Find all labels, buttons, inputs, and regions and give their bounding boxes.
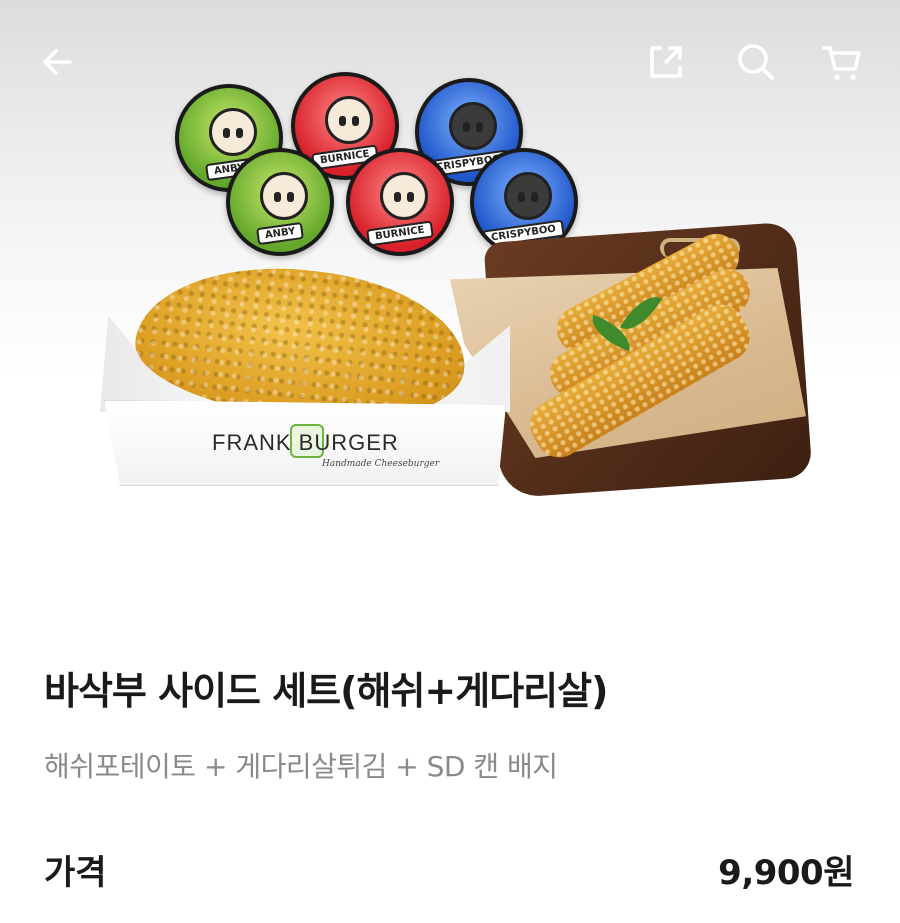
brand-text: FRANK BURGER bbox=[212, 430, 399, 455]
cart-icon bbox=[822, 46, 861, 80]
cart-button[interactable] bbox=[818, 38, 866, 86]
character-face bbox=[380, 172, 428, 220]
badge-label: ANBY bbox=[255, 221, 305, 246]
share-icon bbox=[650, 46, 682, 78]
can-badge-burnice: BURNICE bbox=[346, 148, 454, 256]
product-title: 바삭부 사이드 세트(해쉬+게다리살) bbox=[44, 669, 608, 713]
character-face bbox=[260, 172, 308, 220]
can-badge-anby: ANBY bbox=[226, 148, 334, 256]
character-face bbox=[504, 172, 552, 220]
back-button[interactable] bbox=[34, 38, 82, 86]
hashbrown-tray: FRANK BURGER Handmade Cheeseburger bbox=[100, 253, 510, 490]
share-button[interactable] bbox=[642, 38, 690, 86]
top-bar bbox=[0, 0, 900, 125]
arrow-left-icon bbox=[43, 49, 72, 75]
price-value: 9,900원 bbox=[718, 853, 854, 893]
product-description: 해쉬포테이토 + 게다리살튀김 + SD 캔 배지 bbox=[44, 750, 558, 783]
badge-label: BURNICE bbox=[366, 220, 434, 247]
brand-subtext: Handmade Cheeseburger bbox=[322, 459, 440, 469]
search-button[interactable] bbox=[732, 38, 780, 86]
price-label: 가격 bbox=[44, 853, 107, 893]
search-icon bbox=[738, 44, 774, 80]
